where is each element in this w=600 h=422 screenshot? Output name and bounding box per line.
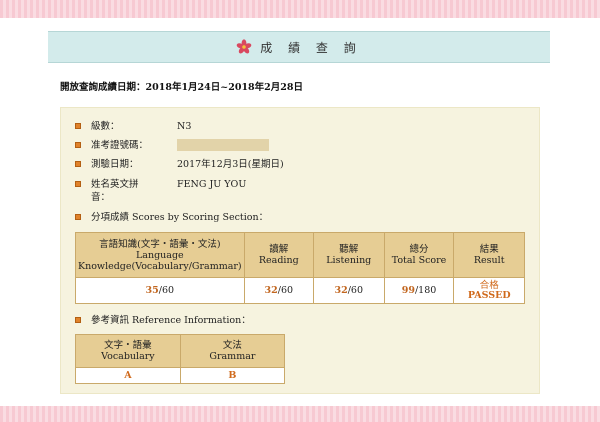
column-header-zh: 文法	[222, 340, 242, 351]
page-title-bar: 成 績 查 詢	[48, 31, 550, 63]
scores-heading-row: 分項成績 Scores by Scoring Section：	[75, 211, 268, 224]
info-row-level: 級數： N3	[75, 120, 191, 133]
score-cell: 35/60	[75, 277, 245, 304]
score-max: /60	[277, 285, 294, 296]
bullet-icon	[75, 317, 81, 323]
info-row-name: 姓名英文拼音： FENG JU YOU	[75, 178, 246, 204]
redacted-block	[177, 139, 269, 151]
info-label: 姓名英文拼音：	[91, 179, 139, 203]
top-decorative-stripe	[0, 0, 600, 18]
info-row-test-date: 測驗日期： 2017年12月3日(星期日)	[75, 158, 284, 171]
score-max: /180	[414, 285, 437, 296]
score-earned: 32	[264, 285, 278, 296]
bullet-icon	[75, 161, 81, 167]
column-header-zh: 總分	[409, 244, 429, 255]
score-cell: 32/60	[312, 277, 385, 304]
column-header: 結果 Result	[453, 232, 525, 278]
bottom-decorative-stripe	[0, 406, 600, 422]
column-header-en: Reading	[258, 255, 299, 266]
test-date-value: 2017年12月3日(星期日)	[177, 159, 284, 170]
info-label: 級數：	[91, 121, 120, 132]
bullet-icon	[75, 181, 81, 187]
column-header-en: Total Score	[391, 255, 447, 266]
column-header-en: Vocabulary	[101, 351, 155, 362]
column-header: 聽解 Listening	[312, 232, 385, 278]
score-earned: 99	[401, 285, 415, 296]
reference-table: 文字‧語彙 Vocabulary 文法 Grammar A B	[75, 334, 286, 384]
info-label: 測驗日期：	[91, 159, 139, 170]
bullet-icon	[75, 123, 81, 129]
scores-heading: 分項成績 Scores by Scoring Section：	[91, 212, 269, 223]
column-header: 文字‧語彙 Vocabulary	[75, 334, 181, 368]
table-row: A B	[75, 367, 286, 384]
score-earned: 35	[145, 285, 159, 296]
column-header: 言語知識(文字‧語彙‧文法) Language Knowledge(Vocabu…	[75, 232, 245, 278]
column-header-zh: 結果	[479, 244, 499, 255]
score-cell: 99/180	[383, 277, 455, 304]
column-header: 文法 Grammar	[179, 334, 286, 368]
info-row-exam-number: 准考證號碼：	[75, 139, 269, 155]
column-header-en: Listening	[326, 255, 372, 266]
column-header-zh: 讀解	[269, 244, 289, 255]
column-header: 總分 Total Score	[383, 232, 455, 278]
table-header-row: 文字‧語彙 Vocabulary 文法 Grammar	[75, 334, 286, 368]
vocabulary-grade: A	[75, 367, 181, 384]
info-label: 准考證號碼：	[91, 140, 149, 151]
result-en: PASSED	[467, 289, 511, 301]
name-value: FENG JU YOU	[177, 179, 247, 190]
flower-icon	[236, 39, 252, 54]
score-max: /60	[347, 285, 364, 296]
result-cell: 合格 PASSED	[453, 277, 525, 304]
level-value: N3	[177, 121, 192, 132]
column-header-en: Result	[473, 255, 505, 266]
column-header-en: Language Knowledge(Vocabulary/Grammar)	[78, 249, 242, 272]
column-header-zh: 聽解	[339, 244, 359, 255]
score-cell: 32/60	[243, 277, 314, 304]
reference-heading-row: 參考資訊 Reference Information：	[75, 314, 251, 327]
query-period: 開放查詢成績日期：2018年1月24日~2018年2月28日	[60, 82, 304, 93]
exam-number-value	[177, 139, 269, 155]
table-header-row: 言語知識(文字‧語彙‧文法) Language Knowledge(Vocabu…	[75, 232, 525, 278]
page-title: 成 績 查 詢	[260, 40, 362, 55]
result-zh: 合格	[479, 279, 499, 291]
column-header-en: Grammar	[209, 351, 256, 362]
table-row: 35/60 32/60 32/60 99/180 合格 PASSED	[75, 277, 525, 304]
bullet-icon	[75, 142, 81, 148]
results-panel: 級數： N3 准考證號碼： 測驗日期： 2017年12月3日(星期日) 姓名英文…	[60, 107, 540, 394]
column-header-zh: 言語知識(文字‧語彙‧文法)	[99, 238, 221, 250]
column-header: 讀解 Reading	[243, 232, 314, 278]
column-header-zh: 文字‧語彙	[104, 340, 152, 351]
scores-table: 言語知識(文字‧語彙‧文法) Language Knowledge(Vocabu…	[75, 232, 525, 304]
score-earned: 32	[334, 285, 348, 296]
score-max: /60	[158, 285, 175, 296]
bullet-icon	[75, 214, 81, 220]
grammar-grade: B	[179, 367, 286, 384]
reference-heading: 參考資訊 Reference Information：	[91, 315, 251, 326]
